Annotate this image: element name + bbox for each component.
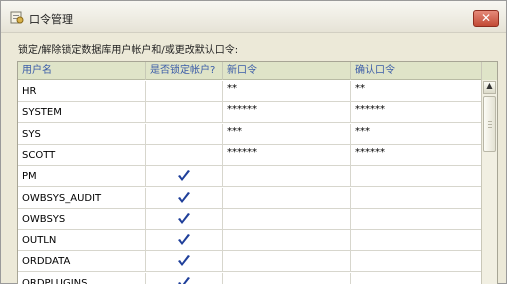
lock-checkbox-cell[interactable] xyxy=(146,166,223,188)
new-password-field[interactable]: ****** xyxy=(223,102,351,124)
table-row[interactable]: SYS *** *** xyxy=(18,123,483,145)
header-corner xyxy=(481,62,497,80)
confirm-password-field[interactable] xyxy=(351,230,483,252)
new-password-field[interactable]: ****** xyxy=(223,144,351,166)
column-header-locked[interactable]: 是否锁定帐户? xyxy=(146,62,223,80)
new-password-field[interactable] xyxy=(223,187,351,209)
lock-checkbox-cell[interactable] xyxy=(146,272,223,284)
lock-checkbox-cell[interactable] xyxy=(146,144,223,166)
confirm-password-field[interactable] xyxy=(351,272,483,284)
lock-checkbox-cell[interactable] xyxy=(146,230,223,252)
scroll-up-button[interactable]: ▲ xyxy=(483,81,496,94)
confirm-password-field[interactable] xyxy=(351,187,483,209)
table-row[interactable]: HR ** ** xyxy=(18,81,483,102)
thumb-grip xyxy=(488,124,492,125)
confirm-password-field[interactable] xyxy=(351,251,483,273)
table-header: 用户名 是否锁定帐户? 新口令 确认口令 xyxy=(18,62,483,80)
thumb-grip xyxy=(488,121,492,122)
thumb-grip xyxy=(488,127,492,128)
new-password-field[interactable] xyxy=(223,208,351,230)
vertical-scrollbar[interactable]: ▲ xyxy=(481,62,497,284)
checkmark-icon[interactable] xyxy=(177,209,191,230)
lock-checkbox-cell[interactable] xyxy=(146,81,223,102)
confirm-password-field[interactable] xyxy=(351,208,483,230)
username-cell: HR xyxy=(18,81,146,102)
new-password-field[interactable]: ** xyxy=(223,81,351,102)
username-cell: ORDDATA xyxy=(18,251,146,273)
confirm-password-field[interactable] xyxy=(351,166,483,188)
checkmark-icon[interactable] xyxy=(177,273,191,284)
key-lock-icon xyxy=(10,11,24,24)
checkmark-icon[interactable] xyxy=(177,251,191,272)
checkmark-icon[interactable] xyxy=(177,166,191,187)
table-row[interactable]: OUTLN xyxy=(18,230,483,252)
confirm-password-field[interactable]: *** xyxy=(351,123,483,145)
new-password-field[interactable] xyxy=(223,251,351,273)
new-password-field[interactable] xyxy=(223,230,351,252)
username-cell: OWBSYS xyxy=(18,208,146,230)
column-header-new-password[interactable]: 新口令 xyxy=(223,62,351,80)
table-row[interactable]: OWBSYS_AUDIT xyxy=(18,187,483,209)
username-cell: SCOTT xyxy=(18,144,146,166)
confirm-password-field[interactable]: ****** xyxy=(351,102,483,124)
table-row[interactable]: SCOTT ****** ****** xyxy=(18,144,483,166)
scrollbar-thumb[interactable] xyxy=(483,96,496,152)
username-cell: OWBSYS_AUDIT xyxy=(18,187,146,209)
new-password-field[interactable] xyxy=(223,272,351,284)
title-bar: 口令管理 ✕ xyxy=(1,1,506,33)
table-row[interactable]: ORDDATA xyxy=(18,251,483,273)
lock-checkbox-cell[interactable] xyxy=(146,251,223,273)
username-cell: SYS xyxy=(18,123,146,145)
scroll-up-arrow-icon[interactable]: ▲ xyxy=(484,81,495,90)
column-header-confirm-password[interactable]: 确认口令 xyxy=(351,62,483,80)
checkmark-icon[interactable] xyxy=(177,188,191,209)
column-header-username[interactable]: 用户名 xyxy=(18,62,146,80)
password-management-dialog: 口令管理 ✕ 锁定/解除锁定数据库用户帐户和/或更改默认口令: 用户名 是否锁定… xyxy=(0,0,507,284)
lock-checkbox-cell[interactable] xyxy=(146,187,223,209)
new-password-field[interactable] xyxy=(223,166,351,188)
username-cell: OUTLN xyxy=(18,230,146,252)
table-row[interactable]: OWBSYS xyxy=(18,208,483,230)
username-cell: PM xyxy=(18,166,146,188)
username-cell: SYSTEM xyxy=(18,102,146,124)
window-title: 口令管理 xyxy=(29,13,73,26)
lock-checkbox-cell[interactable] xyxy=(146,123,223,145)
confirm-password-field[interactable]: ** xyxy=(351,81,483,102)
username-cell: ORDPLUGINS xyxy=(18,272,146,284)
checkmark-icon[interactable] xyxy=(177,230,191,251)
confirm-password-field[interactable]: ****** xyxy=(351,144,483,166)
instruction-text: 锁定/解除锁定数据库用户帐户和/或更改默认口令: xyxy=(18,45,239,56)
user-accounts-table: 用户名 是否锁定帐户? 新口令 确认口令 HR ** ** SYSTEM ****** *… xyxy=(17,61,498,284)
new-password-field[interactable]: *** xyxy=(223,123,351,145)
table-row[interactable]: ORDPLUGINS xyxy=(18,272,483,284)
lock-checkbox-cell[interactable] xyxy=(146,208,223,230)
close-icon[interactable]: ✕ xyxy=(474,11,498,26)
table-row[interactable]: SYSTEM ****** ****** xyxy=(18,102,483,124)
table-row[interactable]: PM xyxy=(18,166,483,188)
lock-checkbox-cell[interactable] xyxy=(146,102,223,124)
close-button[interactable]: ✕ xyxy=(473,10,499,27)
